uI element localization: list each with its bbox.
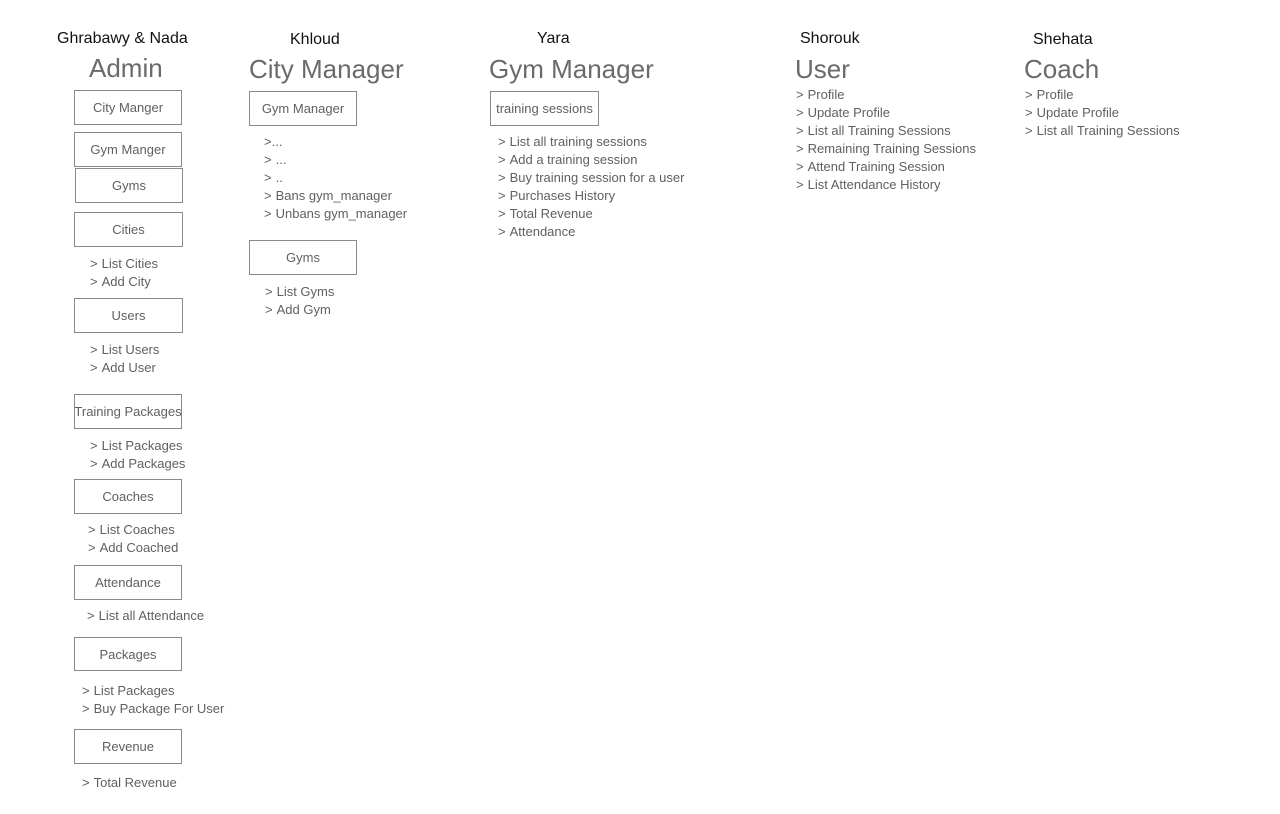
admin-users-box[interactable]: Users (74, 298, 183, 333)
list-item[interactable]: > List Coaches (88, 521, 178, 539)
list-item[interactable]: > List Packages (82, 682, 224, 700)
list-item[interactable]: > List all Training Sessions (796, 122, 976, 140)
list-item[interactable]: > Add a training session (498, 151, 684, 169)
list-item[interactable]: > List all training sessions (498, 133, 684, 151)
list-item[interactable]: > List Cities (90, 255, 158, 273)
user-actions-list: > Profile > Update Profile > List all Train… (796, 86, 976, 194)
admin-coaches-list: > List Coaches > Add Coached (88, 521, 178, 557)
list-item[interactable]: > Profile (1025, 86, 1180, 104)
list-item[interactable]: > List all Training Sessions (1025, 122, 1180, 140)
list-item[interactable]: > Add City (90, 273, 158, 291)
admin-attendance-list: > List all Attendance (87, 607, 204, 625)
list-item[interactable]: > Remaining Training Sessions (796, 140, 976, 158)
admin-role-title: Admin (89, 53, 163, 83)
admin-cities-list: > List Cities > Add City (90, 255, 158, 291)
admin-gym-manger-box[interactable]: Gym Manger (74, 132, 182, 167)
admin-city-manger-box[interactable]: City Manger (74, 90, 182, 125)
list-item[interactable]: > Purchases History (498, 187, 684, 205)
city-manager-role-title: City Manager (249, 54, 404, 84)
admin-gyms-box[interactable]: Gyms (75, 168, 183, 203)
list-item[interactable]: > Update Profile (796, 104, 976, 122)
list-item[interactable]: > Total Revenue (82, 774, 177, 792)
gym-manager-person-name: Yara (537, 30, 570, 47)
admin-revenue-list: > Total Revenue (82, 774, 177, 792)
list-item[interactable]: > List Attendance History (796, 176, 976, 194)
coach-person-name: Shehata (1033, 31, 1093, 48)
city-manager-person-name: Khloud (290, 31, 340, 48)
city-manager-gyms-list: > List Gyms > Add Gym (265, 283, 334, 319)
city-manager-gym-manager-box[interactable]: Gym Manager (249, 91, 357, 126)
list-item[interactable]: > Attend Training Session (796, 158, 976, 176)
city-manager-gyms-box[interactable]: Gyms (249, 240, 357, 275)
list-item[interactable]: > Total Revenue (498, 205, 684, 223)
admin-attendance-box[interactable]: Attendance (74, 565, 182, 600)
admin-coaches-box[interactable]: Coaches (74, 479, 182, 514)
admin-users-list: > List Users > Add User (90, 341, 159, 377)
list-item[interactable]: > Attendance (498, 223, 684, 241)
list-item[interactable]: >... (264, 151, 407, 169)
admin-training-packages-box[interactable]: Training Packages (74, 394, 182, 429)
user-role-title: User (795, 54, 850, 84)
list-item[interactable]: > Add Gym (265, 301, 334, 319)
city-manager-gym-manager-list: >... >... >.. > Bans gym_manager > Unbans … (264, 133, 407, 223)
admin-packages-list: > List Packages > Buy Package For User (82, 682, 224, 718)
list-item[interactable]: > Unbans gym_manager (264, 205, 407, 223)
list-item[interactable]: > List Gyms (265, 283, 334, 301)
admin-person-name: Ghrabawy & Nada (57, 30, 188, 47)
list-item[interactable]: > Buy training session for a user (498, 169, 684, 187)
admin-training-packages-list: > List Packages > Add Packages (90, 437, 185, 473)
list-item[interactable]: > Bans gym_manager (264, 187, 407, 205)
gym-manager-role-title: Gym Manager (489, 54, 654, 84)
list-item[interactable]: > List Users (90, 341, 159, 359)
list-item[interactable]: > Add Coached (88, 539, 178, 557)
user-person-name: Shorouk (800, 30, 860, 47)
coach-role-title: Coach (1024, 54, 1100, 84)
coach-actions-list: > Profile > Update Profile > List all Train… (1025, 86, 1180, 140)
list-item[interactable]: > Add Packages (90, 455, 185, 473)
admin-cities-box[interactable]: Cities (74, 212, 183, 247)
admin-packages-box[interactable]: Packages (74, 637, 182, 671)
admin-revenue-box[interactable]: Revenue (74, 729, 182, 764)
list-item[interactable]: > Update Profile (1025, 104, 1180, 122)
list-item[interactable]: > Add User (90, 359, 159, 377)
list-item[interactable]: > Buy Package For User (82, 700, 224, 718)
list-item[interactable]: > List Packages (90, 437, 185, 455)
list-item[interactable]: >.. (264, 169, 407, 187)
gym-manager-training-sessions-box[interactable]: training sessions (490, 91, 599, 126)
list-item[interactable]: > Profile (796, 86, 976, 104)
list-item[interactable]: >... (264, 133, 407, 151)
list-item[interactable]: > List all Attendance (87, 607, 204, 625)
gym-manager-training-sessions-list: > List all training sessions > Add a train… (498, 133, 684, 241)
